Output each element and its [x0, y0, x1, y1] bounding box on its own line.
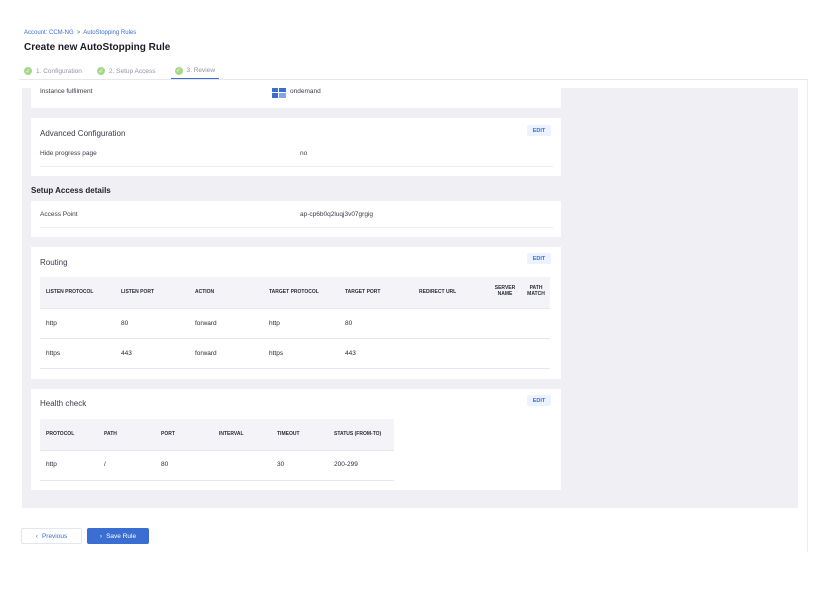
column-header: TIMEOUT [277, 431, 300, 437]
divider [40, 166, 553, 167]
setup-access-heading: Setup Access details [31, 186, 111, 195]
previous-label: Previous [41, 532, 68, 540]
instance-fulfilment-label: Instance fulfilment [40, 88, 93, 95]
check-circle-icon: ✓ [96, 67, 105, 75]
table-cell: 443 [121, 350, 132, 357]
table-cell: http [269, 320, 280, 327]
access-point-value: ap-cp6b0q2luqj3v07grgig [300, 211, 374, 218]
access-point-label: Access Point [40, 211, 78, 218]
check-circle-icon: ✓ [24, 67, 32, 75]
health-check-title: Health check [40, 399, 87, 408]
breadcrumb-separator: > [76, 30, 81, 36]
chevron-right-icon: › [99, 532, 103, 540]
advanced-edit-button[interactable]: EDIT [527, 125, 551, 136]
instance-fulfilment-value: ondemand [290, 88, 321, 95]
table-cell: forward [195, 320, 217, 327]
row-divider [40, 308, 550, 309]
breadcrumb-autostopping-link[interactable]: AutoStopping Rules [83, 30, 136, 36]
column-header: PROTOCOL [46, 431, 75, 437]
column-header: PATH MATCH [527, 285, 545, 297]
column-header: LISTEN PROTOCOL [46, 289, 94, 295]
routing-edit-button[interactable]: EDIT [527, 253, 551, 264]
breadcrumb: Account: CCM-NG > AutoStopping Rules [24, 30, 136, 36]
table-cell: 30 [277, 461, 285, 468]
tab-setup-access[interactable]: ✓ 2. Setup Access [96, 63, 156, 79]
routing-table-header: LISTEN PROTOCOL LISTEN PORT ACTION TARGE… [40, 277, 550, 308]
row-divider [40, 338, 550, 339]
page-header: Account: CCM-NG > AutoStopping Rules Creat… [19, 22, 808, 80]
advanced-config-card: Advanced Configuration EDIT Hide progres… [31, 118, 561, 176]
column-header: PATH [104, 431, 117, 437]
divider [40, 227, 553, 228]
previous-button[interactable]: ‹ Previous [21, 528, 82, 544]
save-rule-label: Save Rule [106, 532, 137, 540]
ondemand-icon [272, 88, 286, 98]
table-cell: http [46, 461, 57, 468]
table-cell: https [46, 350, 61, 357]
page-title: Create new AutoStopping Rule [24, 42, 171, 53]
health-table-header: PROTOCOL PATH PORT INTERVAL TIMEOUT STAT… [40, 419, 394, 450]
wizard-footer: ‹ Previous › Save Rule [19, 523, 808, 551]
table-cell: 80 [345, 320, 353, 327]
table-cell: / [104, 461, 106, 468]
tab-configuration[interactable]: ✓ 1. Configuration [24, 63, 82, 79]
check-circle-icon: ✓ [174, 66, 183, 75]
advanced-config-title: Advanced Configuration [40, 129, 126, 138]
table-cell: 200-299 [334, 461, 358, 468]
access-point-card: Access Point ap-cp6b0q2luqj3v07grgig [31, 201, 561, 237]
table-cell: 443 [345, 350, 356, 357]
table-cell: http [46, 320, 57, 327]
row-divider [40, 368, 550, 369]
routing-card: Routing EDIT LISTEN PROTOCOL LISTEN PORT… [31, 247, 561, 379]
row-divider [40, 450, 394, 451]
column-header: TARGET PROTOCOL [269, 289, 319, 295]
table-cell: 80 [161, 461, 169, 468]
instance-card: Instance fulfilment ondemand [31, 88, 561, 108]
table-cell: forward [195, 350, 217, 357]
save-rule-button[interactable]: › Save Rule [87, 528, 149, 544]
column-header: SERVER NAME [494, 285, 516, 297]
step-label: 1. Configuration [36, 67, 82, 75]
health-check-card: Health check EDIT PROTOCOL PATH PORT INT… [31, 389, 561, 490]
chevron-left-icon: ‹ [35, 532, 38, 540]
column-header: ACTION [195, 289, 215, 295]
hide-progress-value: no [300, 150, 308, 157]
table-cell: https [269, 350, 284, 357]
column-header: STATUS (FROM-TO) [334, 431, 382, 437]
breadcrumb-account-link[interactable]: Account: CCM-NG [24, 30, 74, 36]
column-header: LISTEN PORT [121, 289, 155, 295]
column-header: INTERVAL [219, 431, 244, 437]
hide-progress-label: Hide progress page [40, 150, 97, 157]
tab-review[interactable]: ✓ 3. Review [170, 63, 220, 79]
step-label: 3. Review [186, 67, 216, 74]
column-header: REDIRECT URL [419, 289, 457, 295]
routing-title: Routing [40, 258, 68, 267]
step-label: 2. Setup Access [108, 67, 156, 75]
wizard-steps: ✓ 1. Configuration ✓ 2. Setup Access ✓ 3… [24, 63, 234, 79]
row-divider [40, 480, 394, 481]
table-cell: 80 [121, 320, 129, 327]
column-header: TARGET PORT [345, 289, 381, 295]
column-header: PORT [161, 431, 175, 437]
health-edit-button[interactable]: EDIT [527, 395, 551, 406]
